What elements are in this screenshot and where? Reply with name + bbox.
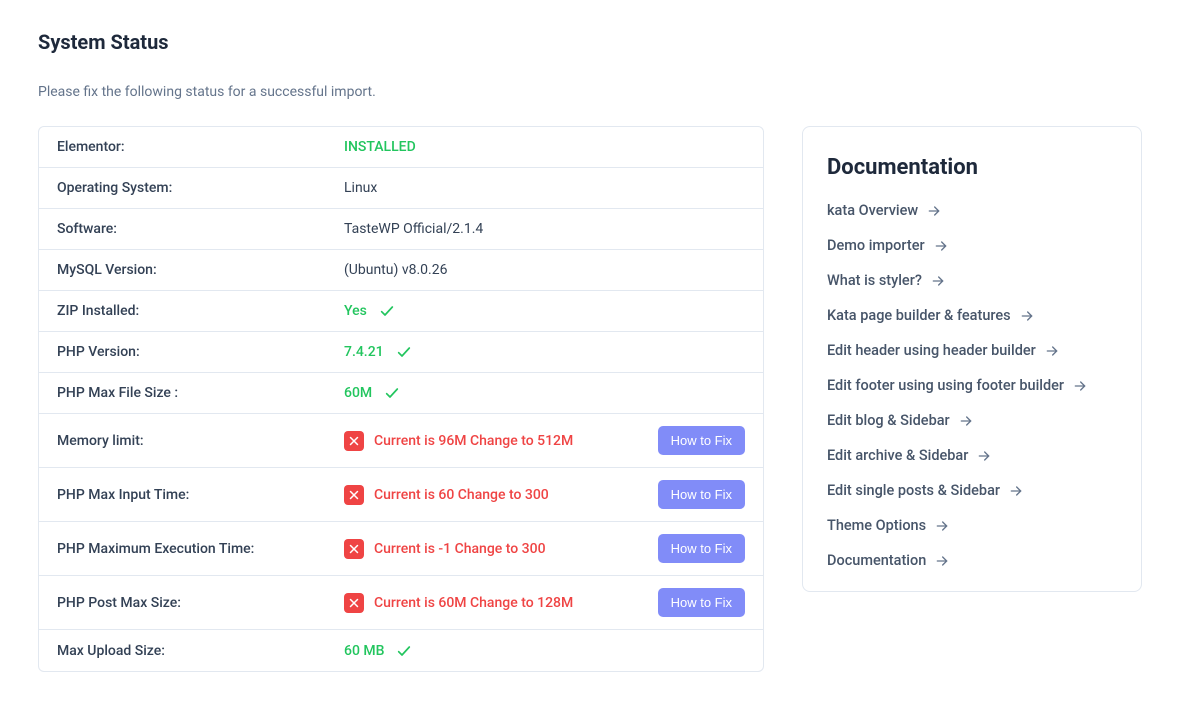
status-label: MySQL Version: [57, 262, 344, 278]
documentation-link[interactable]: kata Overview [827, 202, 1117, 219]
documentation-title: Documentation [827, 155, 1117, 180]
page-title: System Status [38, 30, 1142, 54]
status-value-text: (Ubuntu) v8.0.26 [344, 262, 447, 278]
documentation-link-label: Edit archive & Sidebar [827, 447, 968, 464]
documentation-link[interactable]: What is styler? [827, 272, 1117, 289]
status-value-text: Linux [344, 180, 377, 196]
status-label: ZIP Installed: [57, 303, 344, 319]
table-row: Elementor:INSTALLED [39, 127, 763, 168]
status-value: Current is 60M Change to 128M [344, 593, 658, 613]
documentation-link-label: Demo importer [827, 237, 925, 254]
arrow-right-icon [934, 553, 950, 569]
status-value: Yes [344, 303, 745, 319]
table-row: Software:TasteWP Official/2.1.4 [39, 209, 763, 250]
table-row: PHP Version:7.4.21 [39, 332, 763, 373]
documentation-links: kata Overview Demo importer What is styler… [827, 202, 1117, 569]
status-value: 7.4.21 [344, 344, 745, 360]
documentation-link-label: Edit footer using using footer builder [827, 377, 1064, 394]
documentation-link[interactable]: Edit single posts & Sidebar [827, 482, 1117, 499]
status-label: PHP Post Max Size: [57, 595, 344, 611]
status-label: Elementor: [57, 139, 344, 155]
status-value-text: Current is -1 Change to 300 [374, 541, 546, 557]
arrow-right-icon [930, 273, 946, 289]
check-icon [396, 344, 412, 360]
documentation-link[interactable]: Theme Options [827, 517, 1117, 534]
arrow-right-icon [926, 203, 942, 219]
status-label: PHP Maximum Execution Time: [57, 541, 344, 557]
arrow-right-icon [1019, 308, 1035, 324]
arrow-right-icon [1044, 343, 1060, 359]
table-row: MySQL Version:(Ubuntu) v8.0.26 [39, 250, 763, 291]
documentation-link-label: kata Overview [827, 202, 918, 219]
status-value: Linux [344, 180, 745, 196]
status-value: INSTALLED [344, 139, 745, 155]
table-row: Operating System:Linux [39, 168, 763, 209]
status-value-text: 60 MB [344, 643, 384, 659]
status-label: PHP Max File Size : [57, 385, 344, 401]
status-table: Elementor:INSTALLEDOperating System:Linu… [38, 126, 764, 672]
arrow-right-icon [934, 518, 950, 534]
error-icon [344, 593, 364, 613]
check-icon [396, 643, 412, 659]
how-to-fix-button[interactable]: How to Fix [658, 534, 745, 563]
arrow-right-icon [933, 238, 949, 254]
documentation-link[interactable]: Edit blog & Sidebar [827, 412, 1117, 429]
arrow-right-icon [1072, 378, 1088, 394]
error-icon [344, 431, 364, 451]
status-value-text: TasteWP Official/2.1.4 [344, 221, 483, 237]
status-value: TasteWP Official/2.1.4 [344, 221, 745, 237]
status-value-text: Current is 60 Change to 300 [374, 487, 549, 503]
how-to-fix-button[interactable]: How to Fix [658, 426, 745, 455]
documentation-link-label: Documentation [827, 552, 926, 569]
check-icon [379, 303, 395, 319]
documentation-link-label: Theme Options [827, 517, 926, 534]
status-value: Current is 60 Change to 300 [344, 485, 658, 505]
documentation-link-label: Edit single posts & Sidebar [827, 482, 1000, 499]
table-row: PHP Max Input Time: Current is 60 Change … [39, 468, 763, 522]
status-value-text: INSTALLED [344, 139, 416, 155]
documentation-link[interactable]: Edit footer using using footer builder [827, 377, 1117, 394]
table-row: Memory limit: Current is 96M Change to 51… [39, 414, 763, 468]
status-label: Operating System: [57, 180, 344, 196]
documentation-link-label: Edit header using header builder [827, 342, 1036, 359]
documentation-link-label: What is styler? [827, 272, 922, 289]
status-value-text: 7.4.21 [344, 344, 384, 360]
status-label: Max Upload Size: [57, 643, 344, 659]
arrow-right-icon [1008, 483, 1024, 499]
status-label: Memory limit: [57, 433, 344, 449]
status-value: Current is -1 Change to 300 [344, 539, 658, 559]
error-icon [344, 539, 364, 559]
documentation-link[interactable]: Kata page builder & features [827, 307, 1117, 324]
status-value-text: 60M [344, 385, 372, 401]
status-value-text: Current is 60M Change to 128M [374, 595, 573, 611]
documentation-link[interactable]: Demo importer [827, 237, 1117, 254]
arrow-right-icon [958, 413, 974, 429]
status-label: PHP Version: [57, 344, 344, 360]
check-icon [384, 385, 400, 401]
table-row: PHP Max File Size :60M [39, 373, 763, 414]
status-value: Current is 96M Change to 512M [344, 431, 658, 451]
page-subtitle: Please fix the following status for a su… [38, 84, 1142, 100]
status-value: (Ubuntu) v8.0.26 [344, 262, 745, 278]
status-value-text: Current is 96M Change to 512M [374, 433, 573, 449]
status-label: PHP Max Input Time: [57, 487, 344, 503]
documentation-panel: Documentation kata Overview Demo importer… [802, 126, 1142, 592]
documentation-link[interactable]: Documentation [827, 552, 1117, 569]
documentation-link-label: Edit blog & Sidebar [827, 412, 950, 429]
table-row: ZIP Installed:Yes [39, 291, 763, 332]
documentation-link[interactable]: Edit archive & Sidebar [827, 447, 1117, 464]
how-to-fix-button[interactable]: How to Fix [658, 588, 745, 617]
documentation-link[interactable]: Edit header using header builder [827, 342, 1117, 359]
table-row: Max Upload Size:60 MB [39, 630, 763, 671]
arrow-right-icon [976, 448, 992, 464]
how-to-fix-button[interactable]: How to Fix [658, 480, 745, 509]
status-label: Software: [57, 221, 344, 237]
documentation-link-label: Kata page builder & features [827, 307, 1011, 324]
table-row: PHP Maximum Execution Time: Current is -1… [39, 522, 763, 576]
error-icon [344, 485, 364, 505]
status-value: 60 MB [344, 643, 745, 659]
table-row: PHP Post Max Size: Current is 60M Change … [39, 576, 763, 630]
status-value: 60M [344, 385, 745, 401]
status-value-text: Yes [344, 303, 367, 319]
